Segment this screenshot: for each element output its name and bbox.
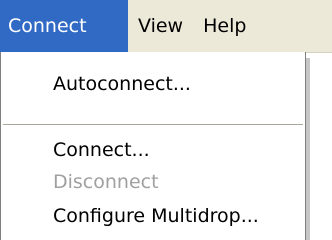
menu-item-autoconnect[interactable]: Autoconnect... [1,66,305,102]
menu-item-configure-multidrop[interactable]: Configure Multidrop... [1,198,305,234]
menu-separator [3,124,303,126]
connect-dropdown-menu: Autoconnect... Connect... Disconnect Con… [0,52,306,240]
menu-bar: Connect View Help [0,0,332,53]
menu-view[interactable]: View [128,0,195,52]
menu-item-disconnect: Disconnect [53,171,159,193]
menu-item-connect[interactable]: Connect... [1,132,305,168]
dropdown-shadow [306,58,310,240]
menu-help[interactable]: Help [195,0,258,52]
menu-connect[interactable]: Connect [0,0,128,52]
